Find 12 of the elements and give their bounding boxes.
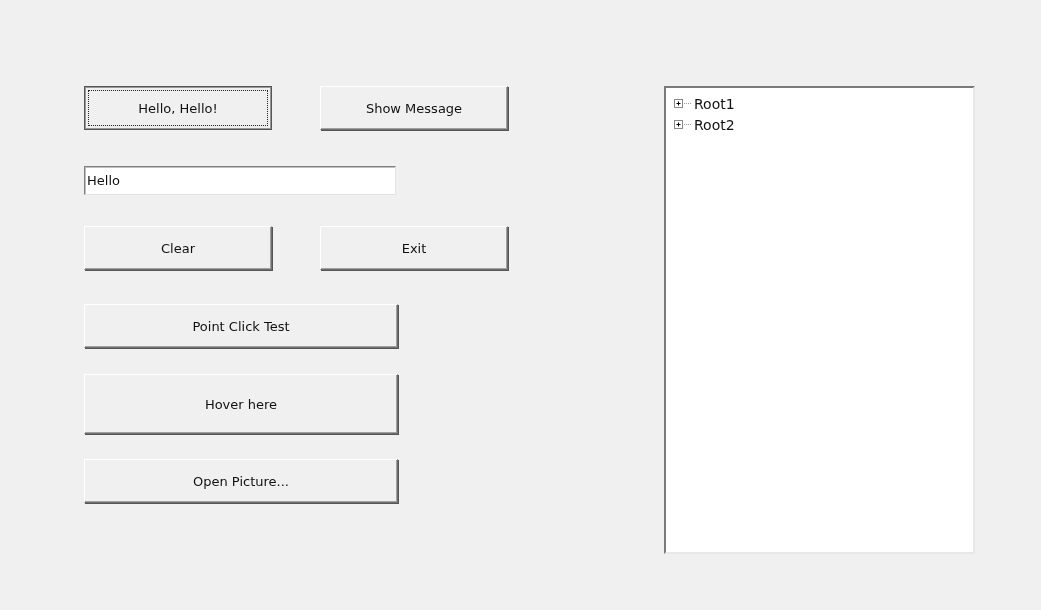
push-button[interactable]: Hello, Hello! [84, 86, 272, 130]
expand-icon[interactable] [674, 98, 692, 109]
push-button[interactable]: Point Click Test [84, 304, 398, 348]
push-button[interactable]: Open Picture... [84, 459, 398, 503]
push-button[interactable]: Exit [320, 226, 508, 270]
push-button[interactable]: Hover here [84, 374, 398, 434]
push-button[interactable]: Clear [84, 226, 272, 270]
push-button[interactable]: Show Message [320, 86, 508, 130]
expand-icon[interactable] [674, 119, 692, 130]
tree-item[interactable]: Root1 [694, 95, 735, 112]
tree-item[interactable]: Root2 [694, 116, 735, 133]
text-field[interactable]: Hello [84, 166, 396, 195]
